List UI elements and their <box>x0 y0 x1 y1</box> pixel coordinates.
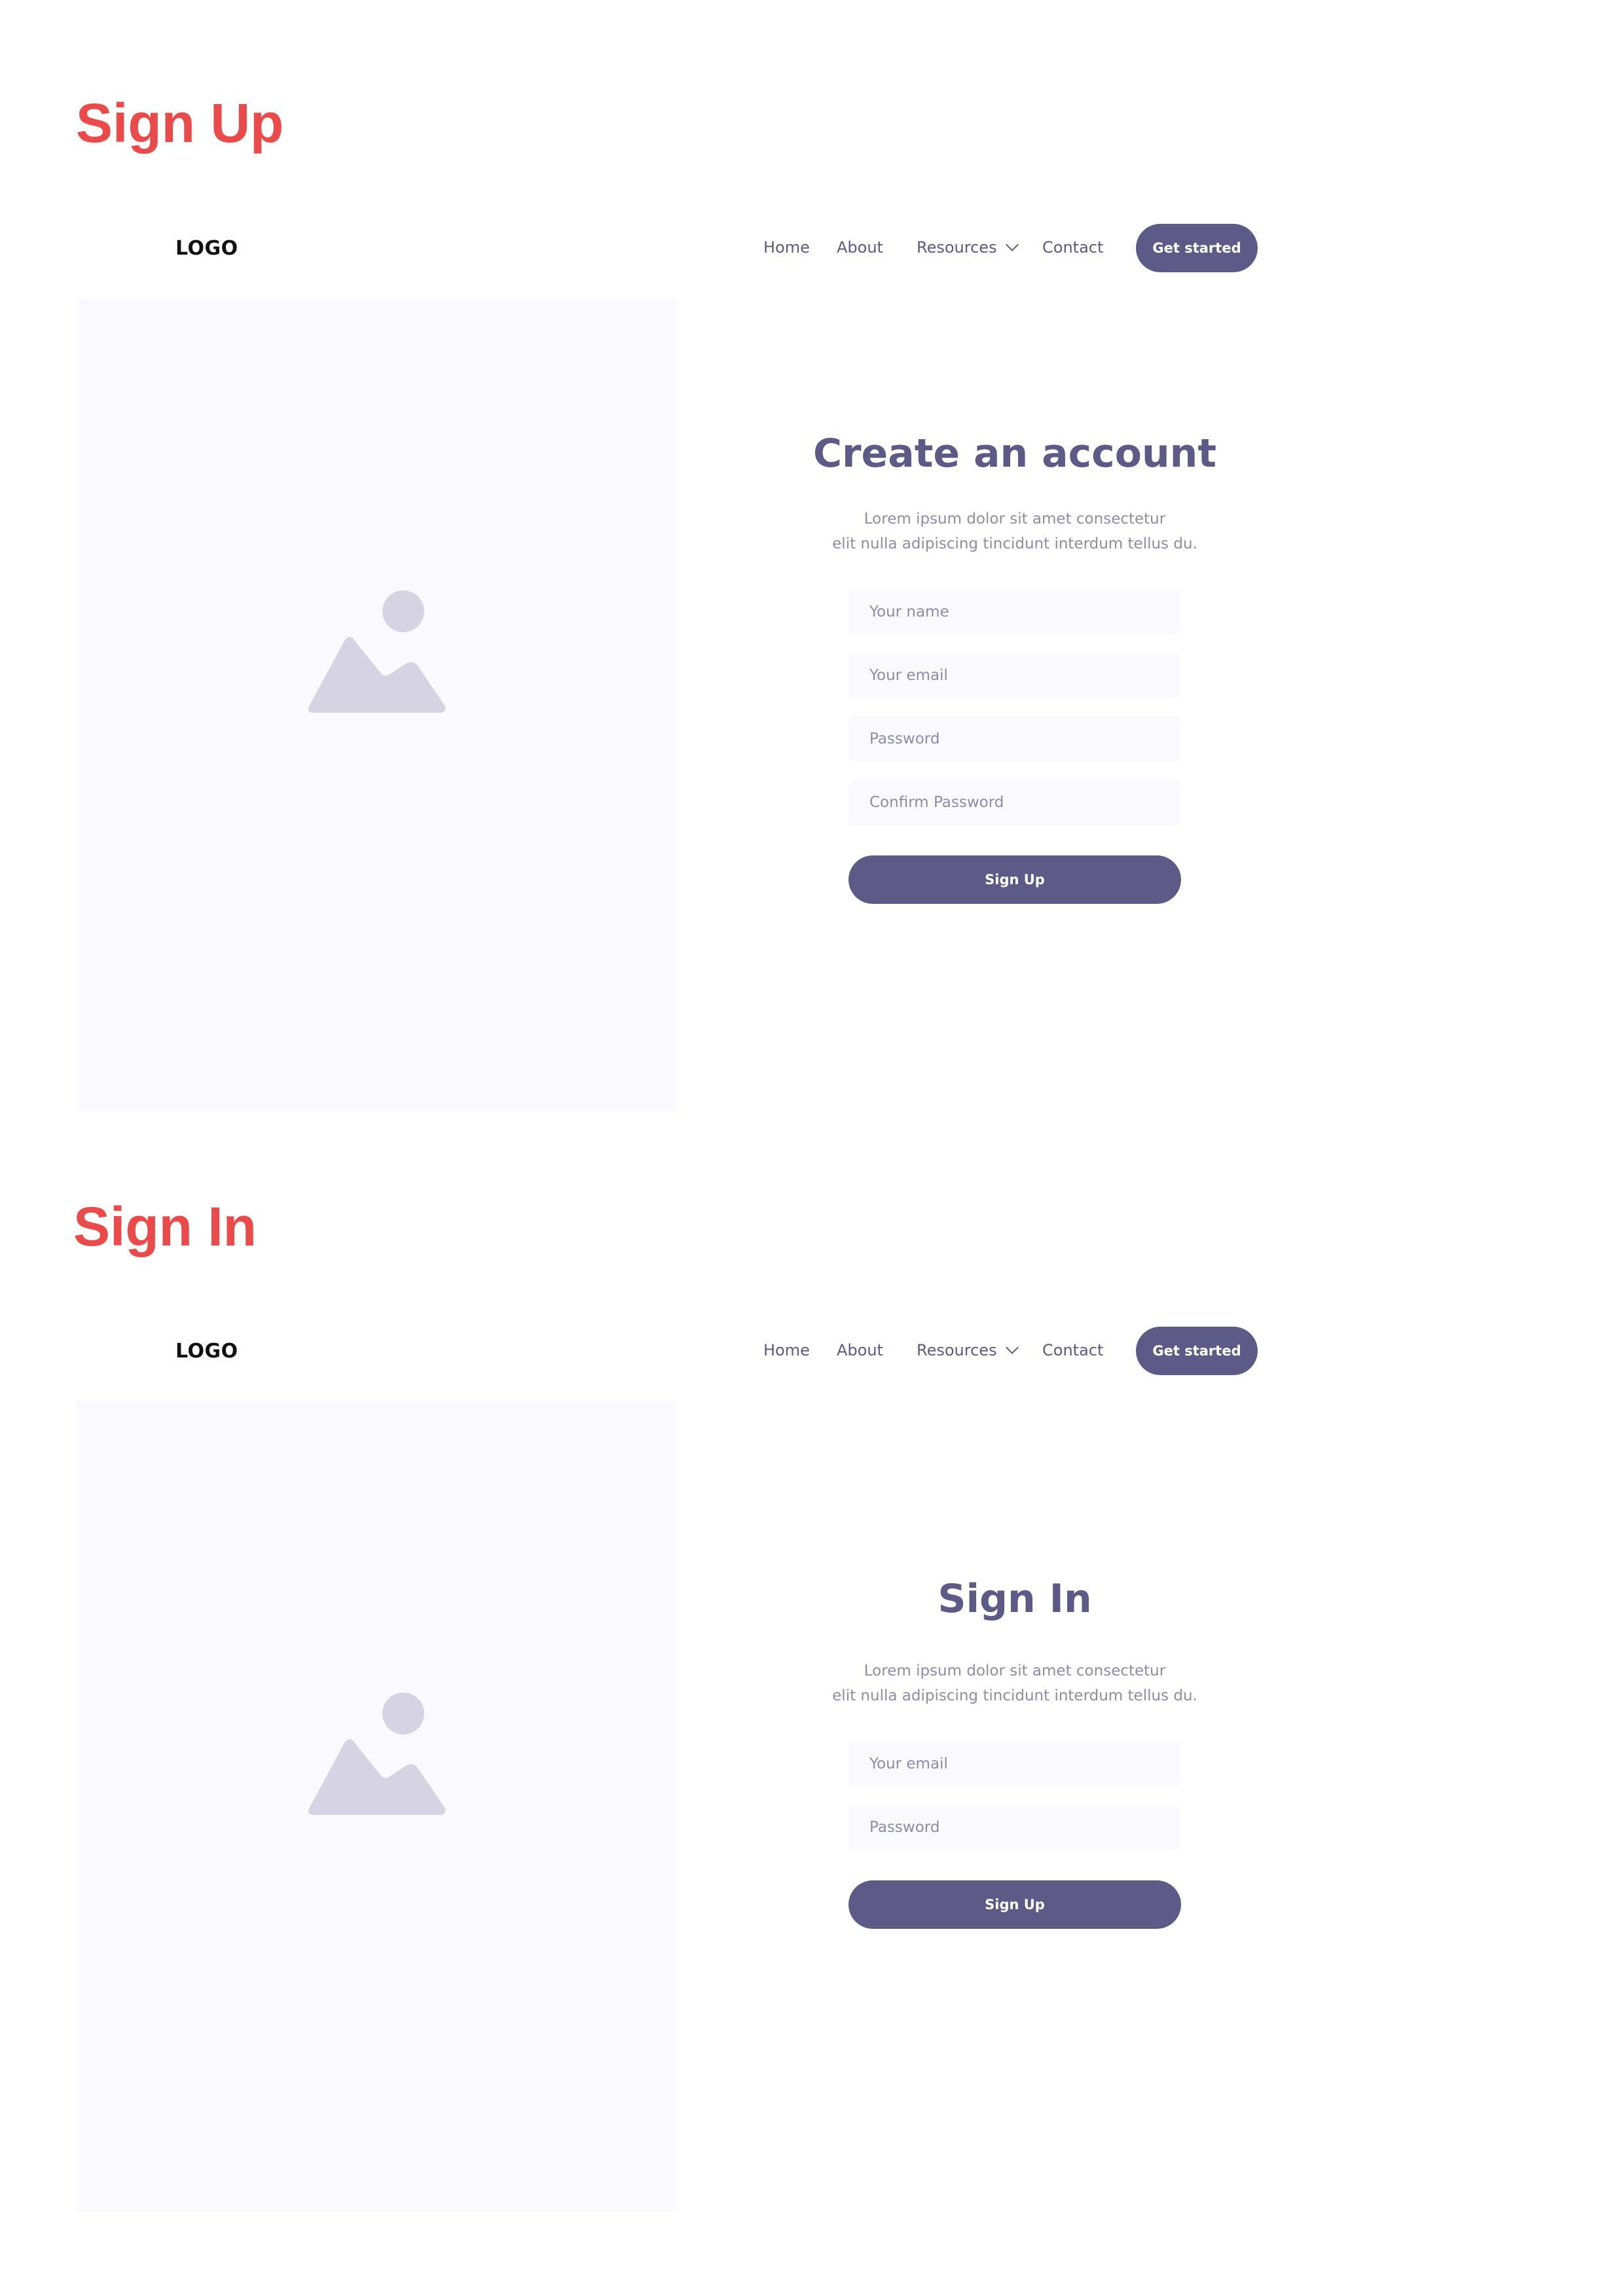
image-placeholder-icon <box>308 1693 446 1815</box>
nav-dropdown-resources[interactable]: Resources <box>917 238 1019 257</box>
nav-link-contact[interactable]: Contact <box>1042 1341 1103 1359</box>
email-input[interactable] <box>848 1741 1181 1787</box>
password-input[interactable] <box>848 716 1181 762</box>
email-input[interactable] <box>848 653 1181 698</box>
form-description: Lorem ipsum dolor sit amet consectetur e… <box>796 1659 1233 1708</box>
confirm-password-input[interactable] <box>848 780 1181 825</box>
signup-image-panel <box>76 298 678 1110</box>
password-input[interactable] <box>848 1804 1181 1850</box>
nav-dropdown-label: Resources <box>917 238 997 257</box>
nav-link-contact[interactable]: Contact <box>1042 238 1103 257</box>
form-title: Create an account <box>812 431 1217 476</box>
nav-link-about[interactable]: About <box>837 1341 883 1359</box>
form-description-line: Lorem ipsum dolor sit amet consectetur <box>864 1662 1166 1679</box>
nav-link-about[interactable]: About <box>837 238 883 257</box>
logo[interactable]: LOGO <box>175 1340 238 1363</box>
chevron-down-icon <box>1005 1341 1019 1354</box>
signin-navbar: LOGO Home About Resources Contact Get st… <box>0 1327 1623 1376</box>
nav-dropdown-resources[interactable]: Resources <box>917 1341 1019 1359</box>
form-description-line: Lorem ipsum dolor sit amet consectetur <box>864 511 1166 528</box>
signin-submit-button[interactable]: Sign Up <box>848 1880 1181 1929</box>
get-started-button[interactable]: Get started <box>1136 224 1258 272</box>
name-input[interactable] <box>848 589 1181 635</box>
signin-image-panel <box>76 1401 678 2212</box>
form-description: Lorem ipsum dolor sit amet consectetur e… <box>796 507 1233 556</box>
signin-section-heading: Sign In <box>73 1196 257 1257</box>
signup-navbar: LOGO Home About Resources Contact Get st… <box>0 224 1623 274</box>
nav-link-home[interactable]: Home <box>763 1341 810 1359</box>
logo[interactable]: LOGO <box>175 237 238 260</box>
signup-submit-button[interactable]: Sign Up <box>848 855 1181 904</box>
get-started-button[interactable]: Get started <box>1136 1327 1258 1375</box>
form-description-line: elit nulla adipiscing tincidunt interdum… <box>832 535 1197 552</box>
signup-section-heading: Sign Up <box>76 92 284 154</box>
nav-dropdown-label: Resources <box>917 1341 997 1359</box>
form-title: Sign In <box>938 1576 1092 1622</box>
chevron-down-icon <box>1005 238 1019 251</box>
form-description-line: elit nulla adipiscing tincidunt interdum… <box>832 1687 1197 1704</box>
nav-link-home[interactable]: Home <box>763 238 810 257</box>
image-placeholder-icon <box>308 590 446 713</box>
